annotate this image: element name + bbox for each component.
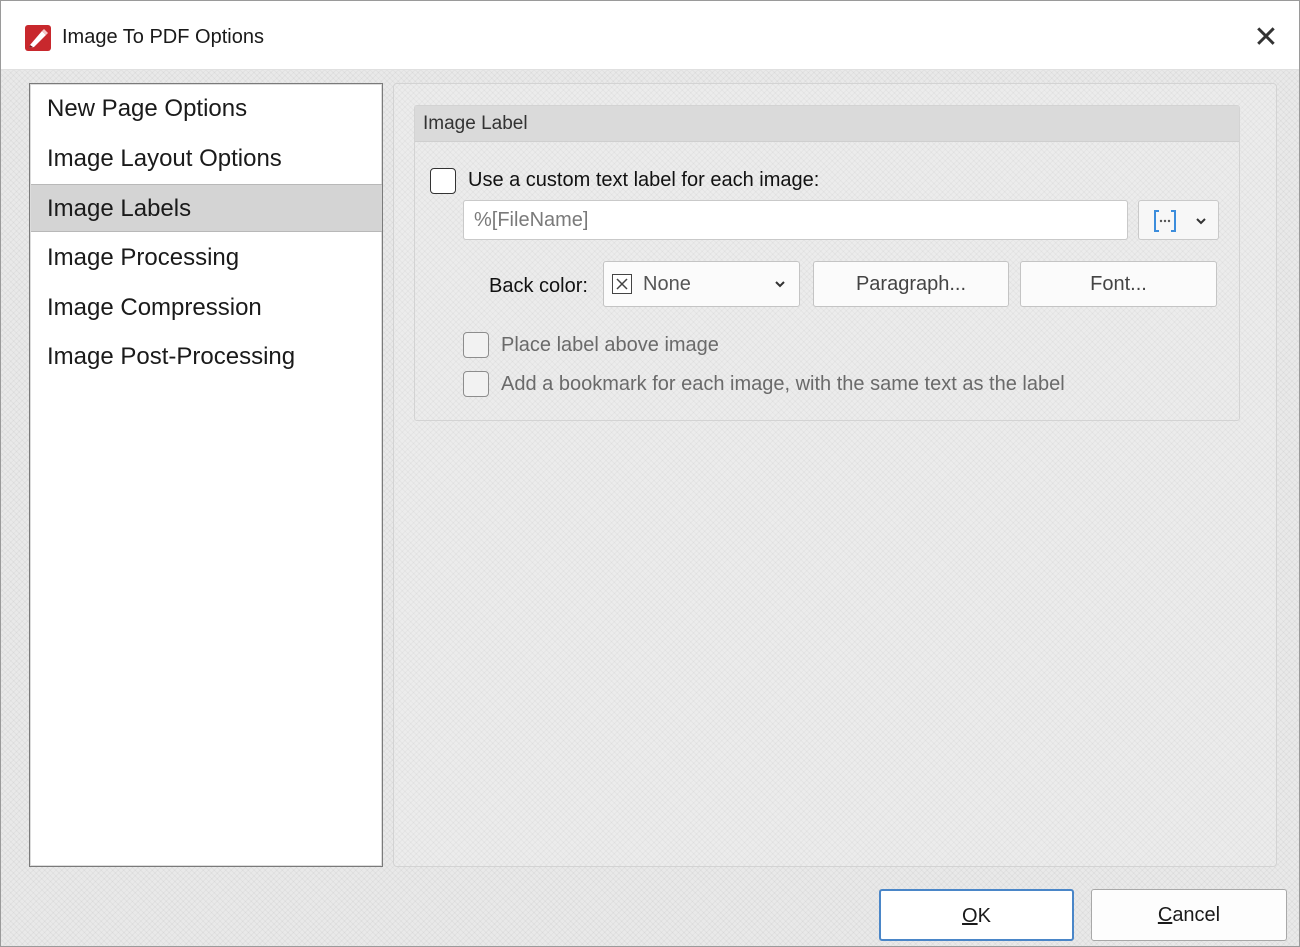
place-label-above-checkbox[interactable] (463, 332, 489, 358)
chevron-down-icon (1196, 218, 1206, 225)
macro-brackets-icon (1154, 210, 1176, 232)
back-color-dropdown[interactable]: None (603, 261, 800, 307)
back-color-label: Back color: (489, 275, 588, 297)
options-category-list: New Page Options Image Layout Options Im… (29, 83, 383, 867)
cancel-label-rest: ancel (1172, 904, 1221, 926)
cancel-mnemonic: C (1157, 904, 1173, 926)
ok-mnemonic: O (962, 905, 978, 927)
add-bookmark-text: Add a bookmark for each image, with the … (501, 373, 1065, 395)
insert-macro-button[interactable] (1138, 200, 1219, 240)
back-color-value: None (643, 273, 691, 295)
close-icon[interactable]: ✕ (1241, 15, 1291, 59)
dialog-window: Image To PDF Options ✕ New Page Options … (0, 0, 1300, 947)
ok-button[interactable]: OK (879, 889, 1074, 941)
use-custom-label-text: Use a custom text label for each image: (468, 169, 820, 191)
window-title: Image To PDF Options (62, 26, 264, 48)
nav-item-new-page-options[interactable]: New Page Options (31, 85, 382, 133)
cancel-button[interactable]: Cancel (1091, 889, 1287, 941)
chevron-down-icon (775, 281, 785, 288)
group-title: Image Label (415, 106, 1239, 142)
nav-item-image-post-processing[interactable]: Image Post-Processing (31, 333, 382, 381)
nav-item-image-compression[interactable]: Image Compression (31, 284, 382, 332)
nav-item-image-labels[interactable]: Image Labels (31, 184, 382, 232)
add-bookmark-checkbox[interactable] (463, 371, 489, 397)
label-text-input[interactable]: %[FileName] (463, 200, 1128, 240)
no-color-swatch-icon (612, 274, 632, 294)
nav-item-image-layout-options[interactable]: Image Layout Options (31, 135, 382, 183)
paragraph-button[interactable]: Paragraph... (813, 261, 1009, 307)
font-button[interactable]: Font... (1020, 261, 1217, 307)
nav-item-image-processing[interactable]: Image Processing (31, 234, 382, 282)
pdf-editor-app-icon (25, 25, 51, 51)
ok-label-rest: K (977, 905, 991, 927)
use-custom-label-checkbox[interactable] (430, 168, 456, 194)
place-label-above-text: Place label above image (501, 334, 719, 356)
title-bar: Image To PDF Options ✕ (1, 1, 1299, 70)
